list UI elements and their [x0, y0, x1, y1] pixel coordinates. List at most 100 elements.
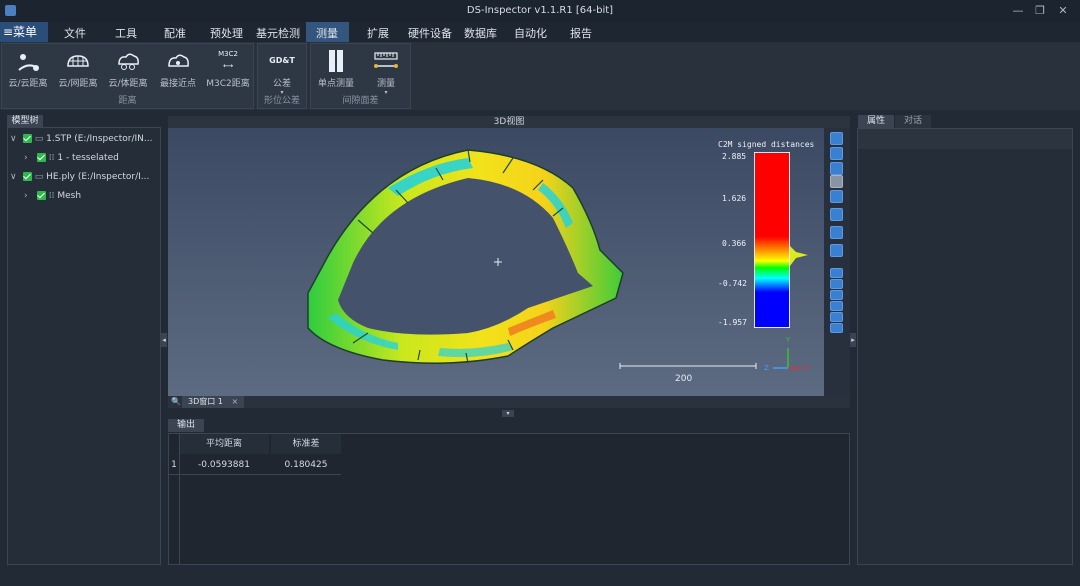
colorbar-title: C2M signed distances	[718, 140, 815, 149]
bottom-view-icon[interactable]	[830, 323, 843, 333]
tab-properties[interactable]: 属性	[858, 115, 894, 128]
mesh-rendering	[307, 149, 801, 369]
tree-item-stp[interactable]: ∨ ▭ 1.STP (E:/Inspector/IN...	[10, 134, 152, 144]
mesh-grid-icon: ⁞⁞	[48, 191, 55, 201]
top-view-icon[interactable]	[830, 279, 843, 289]
menu-primitive-detection[interactable]: 基元检测	[256, 25, 300, 41]
menu-hardware[interactable]: 硬件设备	[408, 25, 452, 41]
checkbox[interactable]	[36, 191, 46, 200]
column-header[interactable]: 平均距离	[179, 434, 269, 454]
tree-item-label: Mesh	[57, 191, 82, 201]
collapse-arrow-icon[interactable]: ∨	[10, 134, 20, 144]
checkbox[interactable]	[22, 134, 32, 143]
collapse-arrow-icon[interactable]: ∨	[10, 172, 20, 182]
measure-button[interactable]: 测量 ▾	[362, 48, 410, 96]
folder-icon: ▭	[34, 172, 44, 182]
light-icon[interactable]	[830, 162, 843, 175]
back-view-icon[interactable]	[830, 301, 843, 311]
collapse-right-panel-button[interactable]: ▸	[850, 333, 856, 347]
axis-x-label: X	[804, 364, 809, 372]
close-button[interactable]: ✕	[1056, 4, 1070, 18]
column-header[interactable]: 标准差	[271, 434, 341, 454]
point-pick-icon[interactable]	[830, 244, 843, 257]
properties-header	[858, 129, 1072, 149]
ribbon-group-tolerance: GD&T 公差 ▾ 形位公差	[257, 43, 307, 109]
m3c2-distance-button[interactable]: M3C2 ⟷ M3C2距离	[204, 48, 252, 92]
cloud-cloud-distance-button[interactable]: 云/云距离	[4, 48, 52, 92]
menu-preprocess[interactable]: 预处理	[210, 25, 243, 41]
3d-viewport[interactable]: 200 Y X Z C2M signed distances 2.885 1.6…	[168, 128, 824, 396]
tree-item-label: HE.ply (E:/Inspector/I...	[46, 172, 150, 182]
main-menu-button[interactable]: ≡菜单	[0, 22, 48, 42]
colorbar-tick: -0.742	[718, 279, 747, 288]
cube-view-icon[interactable]	[830, 208, 843, 221]
left-view-icon[interactable]	[830, 290, 843, 300]
menu-database[interactable]: 数据库	[464, 25, 497, 41]
colorbar-tick: -1.957	[718, 318, 747, 327]
checkbox[interactable]	[22, 172, 32, 181]
tab-output[interactable]: 输出	[168, 419, 204, 432]
front-view-icon[interactable]	[830, 268, 843, 278]
output-table: 平均距离 标准差 1 -0.0593881 0.180425	[168, 433, 850, 565]
menu-bar: ≡菜单 文件 工具 配准 预处理 基元检测 测量 扩展 硬件设备 数据库 自动化…	[0, 22, 1080, 42]
colorbar-histogram	[790, 246, 808, 266]
menu-registration[interactable]: 配准	[164, 25, 186, 41]
right-view-icon[interactable]	[830, 312, 843, 322]
cloud-volume-distance-button[interactable]: 云/体距离	[104, 48, 152, 92]
ruler-icon	[374, 52, 398, 68]
colorbar-gradient	[754, 152, 790, 328]
close-tab-icon[interactable]: ×	[231, 397, 238, 406]
expand-arrow-icon[interactable]: ›	[24, 191, 34, 201]
tree-item-ply[interactable]: ∨ ▭ HE.ply (E:/Inspector/I...	[10, 172, 149, 182]
zoom-icon[interactable]	[830, 190, 843, 203]
viewport-tab-bar: 🔍 3D窗口 1 ×	[168, 396, 850, 408]
tree-item-tesselated[interactable]: › ⁞⁞ 1 - tesselated	[24, 153, 119, 163]
cloud-cloud-distance-icon	[18, 54, 39, 71]
window-title: DS-Inspector v1.1.R1 [64-bit]	[466, 5, 614, 16]
expand-arrow-icon[interactable]: ›	[24, 153, 34, 163]
ribbon-group-tolerance-label: 形位公差	[263, 96, 300, 106]
menu-report[interactable]: 报告	[570, 25, 592, 41]
tolerance-button[interactable]: GD&T 公差 ▾	[258, 48, 306, 96]
view-toolbar	[824, 128, 850, 396]
restore-button[interactable]: ❐	[1033, 4, 1047, 18]
tab-model-tree[interactable]: 模型树	[7, 115, 43, 128]
collapse-left-panel-button[interactable]: ◂	[161, 333, 167, 347]
fullscreen-icon[interactable]	[830, 132, 843, 145]
menu-tools[interactable]: 工具	[115, 25, 137, 41]
gdt-icon: GD&T	[269, 56, 295, 65]
closest-point-icon	[168, 54, 189, 67]
single-point-measure-icon	[329, 50, 343, 72]
collapse-bottom-panel-button[interactable]: ▾	[502, 410, 514, 417]
m3c2-distance-icon: M3C2 ⟷	[218, 50, 238, 70]
cloud-mesh-distance-button[interactable]: 云/网距离	[54, 48, 102, 92]
ribbon-group-gap-flush-label: 间隙面差	[342, 96, 379, 106]
tab-3d-window[interactable]: 3D窗口 1 ×	[182, 396, 245, 408]
properties-panel	[857, 128, 1073, 565]
perspective-icon[interactable]	[830, 147, 843, 160]
divider	[169, 474, 341, 475]
scale-bar-label: 200	[675, 374, 693, 384]
ribbon-group-gap-flush: 单点测量 测量 ▾ 间隙面差	[310, 43, 411, 109]
ribbon-group-distance-label: 距离	[118, 96, 137, 106]
single-point-measure-button[interactable]: 单点测量	[312, 48, 360, 92]
ribbon-toolbar: 云/云距离 云/网距离 云/体距离 最接近点 M3C2 ⟷ M3C2距离 距离 G…	[0, 42, 1080, 110]
minimize-button[interactable]: —	[1011, 4, 1025, 18]
checkbox[interactable]	[36, 153, 46, 162]
menu-extend[interactable]: 扩展	[367, 25, 389, 41]
tree-item-mesh[interactable]: › ⁞⁞ Mesh	[24, 191, 81, 201]
section-view-icon[interactable]	[830, 226, 843, 239]
tab-dialog[interactable]: 对话	[895, 115, 931, 128]
colorbar-tick: 0.366	[722, 239, 747, 248]
divider	[179, 434, 180, 564]
menu-automation[interactable]: 自动化	[514, 25, 547, 41]
pick-rotation-center-icon[interactable]	[830, 175, 843, 188]
mesh-grid-icon: ⁞⁞	[48, 153, 55, 163]
menu-measure[interactable]: 测量	[316, 25, 338, 41]
menu-file[interactable]: 文件	[64, 25, 86, 41]
colorbar-tick: 2.885	[722, 152, 747, 161]
table-cell[interactable]: 0.180425	[271, 456, 341, 474]
closest-point-button[interactable]: 最接近点	[154, 48, 202, 92]
cloud-volume-distance-icon	[118, 53, 139, 70]
table-cell[interactable]: -0.0593881	[179, 456, 269, 474]
